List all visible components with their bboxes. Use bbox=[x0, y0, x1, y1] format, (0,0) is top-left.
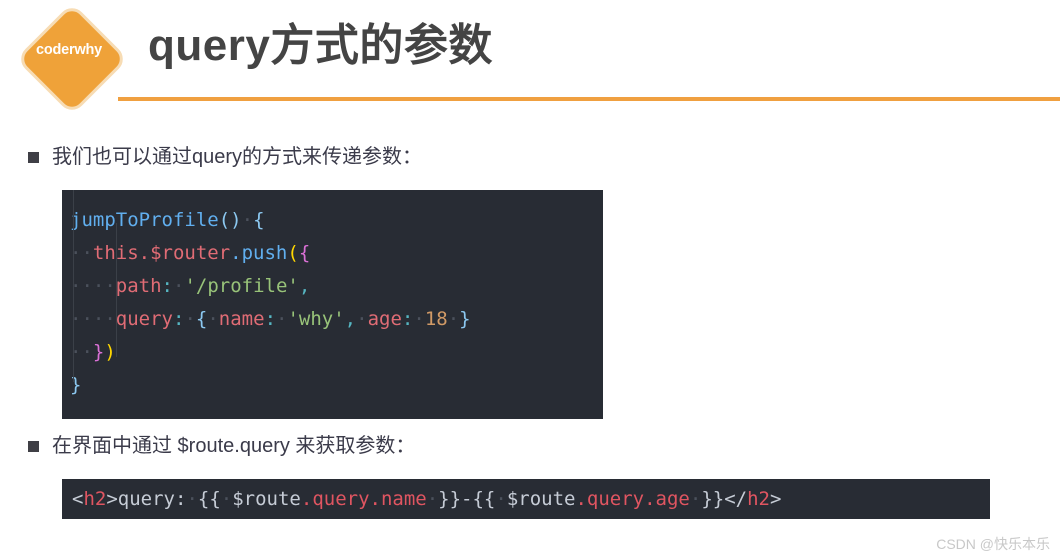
code-block-jump-to-profile: jumpToProfile()·{ ··this.$router.push({ … bbox=[62, 190, 603, 419]
token-colon: : bbox=[401, 308, 414, 330]
token-parens: () bbox=[218, 209, 242, 231]
page-title: query方式的参数 bbox=[148, 21, 493, 70]
token-open-brace: { bbox=[298, 242, 311, 264]
indent-guide-level-1 bbox=[73, 190, 74, 382]
token-text-query-label: query: bbox=[117, 488, 187, 510]
code-line-5: ··}) bbox=[62, 336, 603, 369]
token-close-paren: ) bbox=[104, 341, 116, 363]
token-open-brace: { bbox=[253, 209, 265, 231]
token-open-paren: ( bbox=[287, 242, 299, 264]
token-route-object: $route bbox=[506, 488, 576, 510]
indent-guide-level-2 bbox=[116, 223, 117, 357]
csdn-watermark: CSDN @快乐本乐 bbox=[936, 536, 1050, 552]
token-space-dot: · bbox=[220, 488, 233, 510]
token-colon: : bbox=[264, 308, 277, 330]
token-tag-open-punct: < bbox=[72, 488, 84, 510]
bullet-text-2: 在界面中通过 $route.query 来获取参数： bbox=[52, 435, 416, 457]
token-key-name: name bbox=[218, 308, 265, 330]
token-space-dot: · bbox=[356, 308, 368, 330]
code-bar-template-snippet: <h2>query:·{{·$route.query.name·}}-{{·$r… bbox=[62, 479, 990, 519]
token-mustache-close-dash-open: }}-{{ bbox=[438, 488, 496, 510]
token-close-brace: } bbox=[70, 374, 82, 396]
token-push-method: .push bbox=[230, 242, 288, 264]
token-close-brace: } bbox=[92, 341, 105, 363]
token-mustache-open: {{ bbox=[197, 488, 221, 510]
token-colon: : bbox=[172, 308, 185, 330]
token-tag-name-h2: h2 bbox=[83, 488, 107, 510]
code-bar-line: <h2>query:·{{·$route.query.name·}}-{{·$r… bbox=[72, 487, 781, 511]
token-comma: , bbox=[344, 308, 357, 330]
code-line-4: ····query:·{·name:·'why',·age:·18·} bbox=[62, 303, 603, 336]
token-space-dot: · bbox=[186, 488, 198, 510]
code-line-2: ··this.$router.push({ bbox=[62, 237, 603, 270]
bullet-row-2: 在界面中通过 $route.query 来获取参数： bbox=[28, 432, 415, 460]
token-key-query: query bbox=[115, 308, 173, 330]
token-indent-dots: ·· bbox=[92, 308, 116, 330]
token-closing-tag-punct: </ bbox=[724, 488, 748, 510]
title-underline-divider bbox=[118, 97, 1060, 101]
token-route-object: $route bbox=[232, 488, 301, 510]
token-open-brace: { bbox=[195, 308, 208, 330]
token-string-profile: '/profile' bbox=[184, 275, 299, 297]
token-key-age: age bbox=[367, 308, 402, 330]
code-line-3: ····path:·'/profile', bbox=[62, 270, 603, 303]
code-line-1: jumpToProfile()·{ bbox=[62, 204, 603, 237]
token-space-dot: · bbox=[173, 275, 185, 297]
token-space-dot: · bbox=[689, 488, 702, 510]
bullet-row-1: 我们也可以通过query的方式来传递参数： bbox=[28, 143, 422, 171]
token-comma: , bbox=[298, 275, 311, 297]
token-number-18: 18 bbox=[424, 308, 448, 330]
slide-header: coderwhy query方式的参数 bbox=[0, 0, 1060, 116]
square-bullet-icon bbox=[28, 152, 39, 163]
token-space-dot: · bbox=[447, 308, 460, 330]
token-space-dot: · bbox=[241, 209, 254, 231]
token-tag-close-punct: > bbox=[769, 488, 782, 510]
token-query-age-prop: .query.age bbox=[575, 488, 690, 510]
token-space-dot: · bbox=[495, 488, 507, 510]
bullet-text-1: 我们也可以通过query的方式来传递参数： bbox=[52, 146, 423, 168]
token-space-dot: · bbox=[207, 308, 219, 330]
coderwhy-logo: coderwhy bbox=[15, 2, 129, 116]
logo-label: coderwhy bbox=[35, 42, 103, 58]
token-space-dot: · bbox=[413, 308, 425, 330]
token-query-name-prop: .query.name bbox=[300, 488, 427, 510]
token-this-router: this.$router bbox=[92, 242, 231, 264]
token-indent-dots: ·· bbox=[92, 275, 116, 297]
token-colon: : bbox=[161, 275, 173, 297]
token-tag-name-h2: h2 bbox=[747, 488, 770, 510]
token-space-dot: · bbox=[184, 308, 196, 330]
square-bullet-icon bbox=[28, 441, 39, 452]
token-space-dot: · bbox=[276, 308, 288, 330]
code-line-6: } bbox=[62, 369, 603, 402]
token-tag-close-punct: > bbox=[106, 488, 118, 510]
diamond-shape-icon bbox=[15, 2, 129, 116]
token-close-brace: } bbox=[459, 308, 471, 330]
token-key-path: path bbox=[115, 275, 162, 297]
token-string-why: 'why' bbox=[287, 308, 345, 330]
token-space-dot: · bbox=[426, 488, 439, 510]
token-mustache-close: }} bbox=[701, 488, 725, 510]
token-function-name: jumpToProfile bbox=[70, 209, 219, 231]
